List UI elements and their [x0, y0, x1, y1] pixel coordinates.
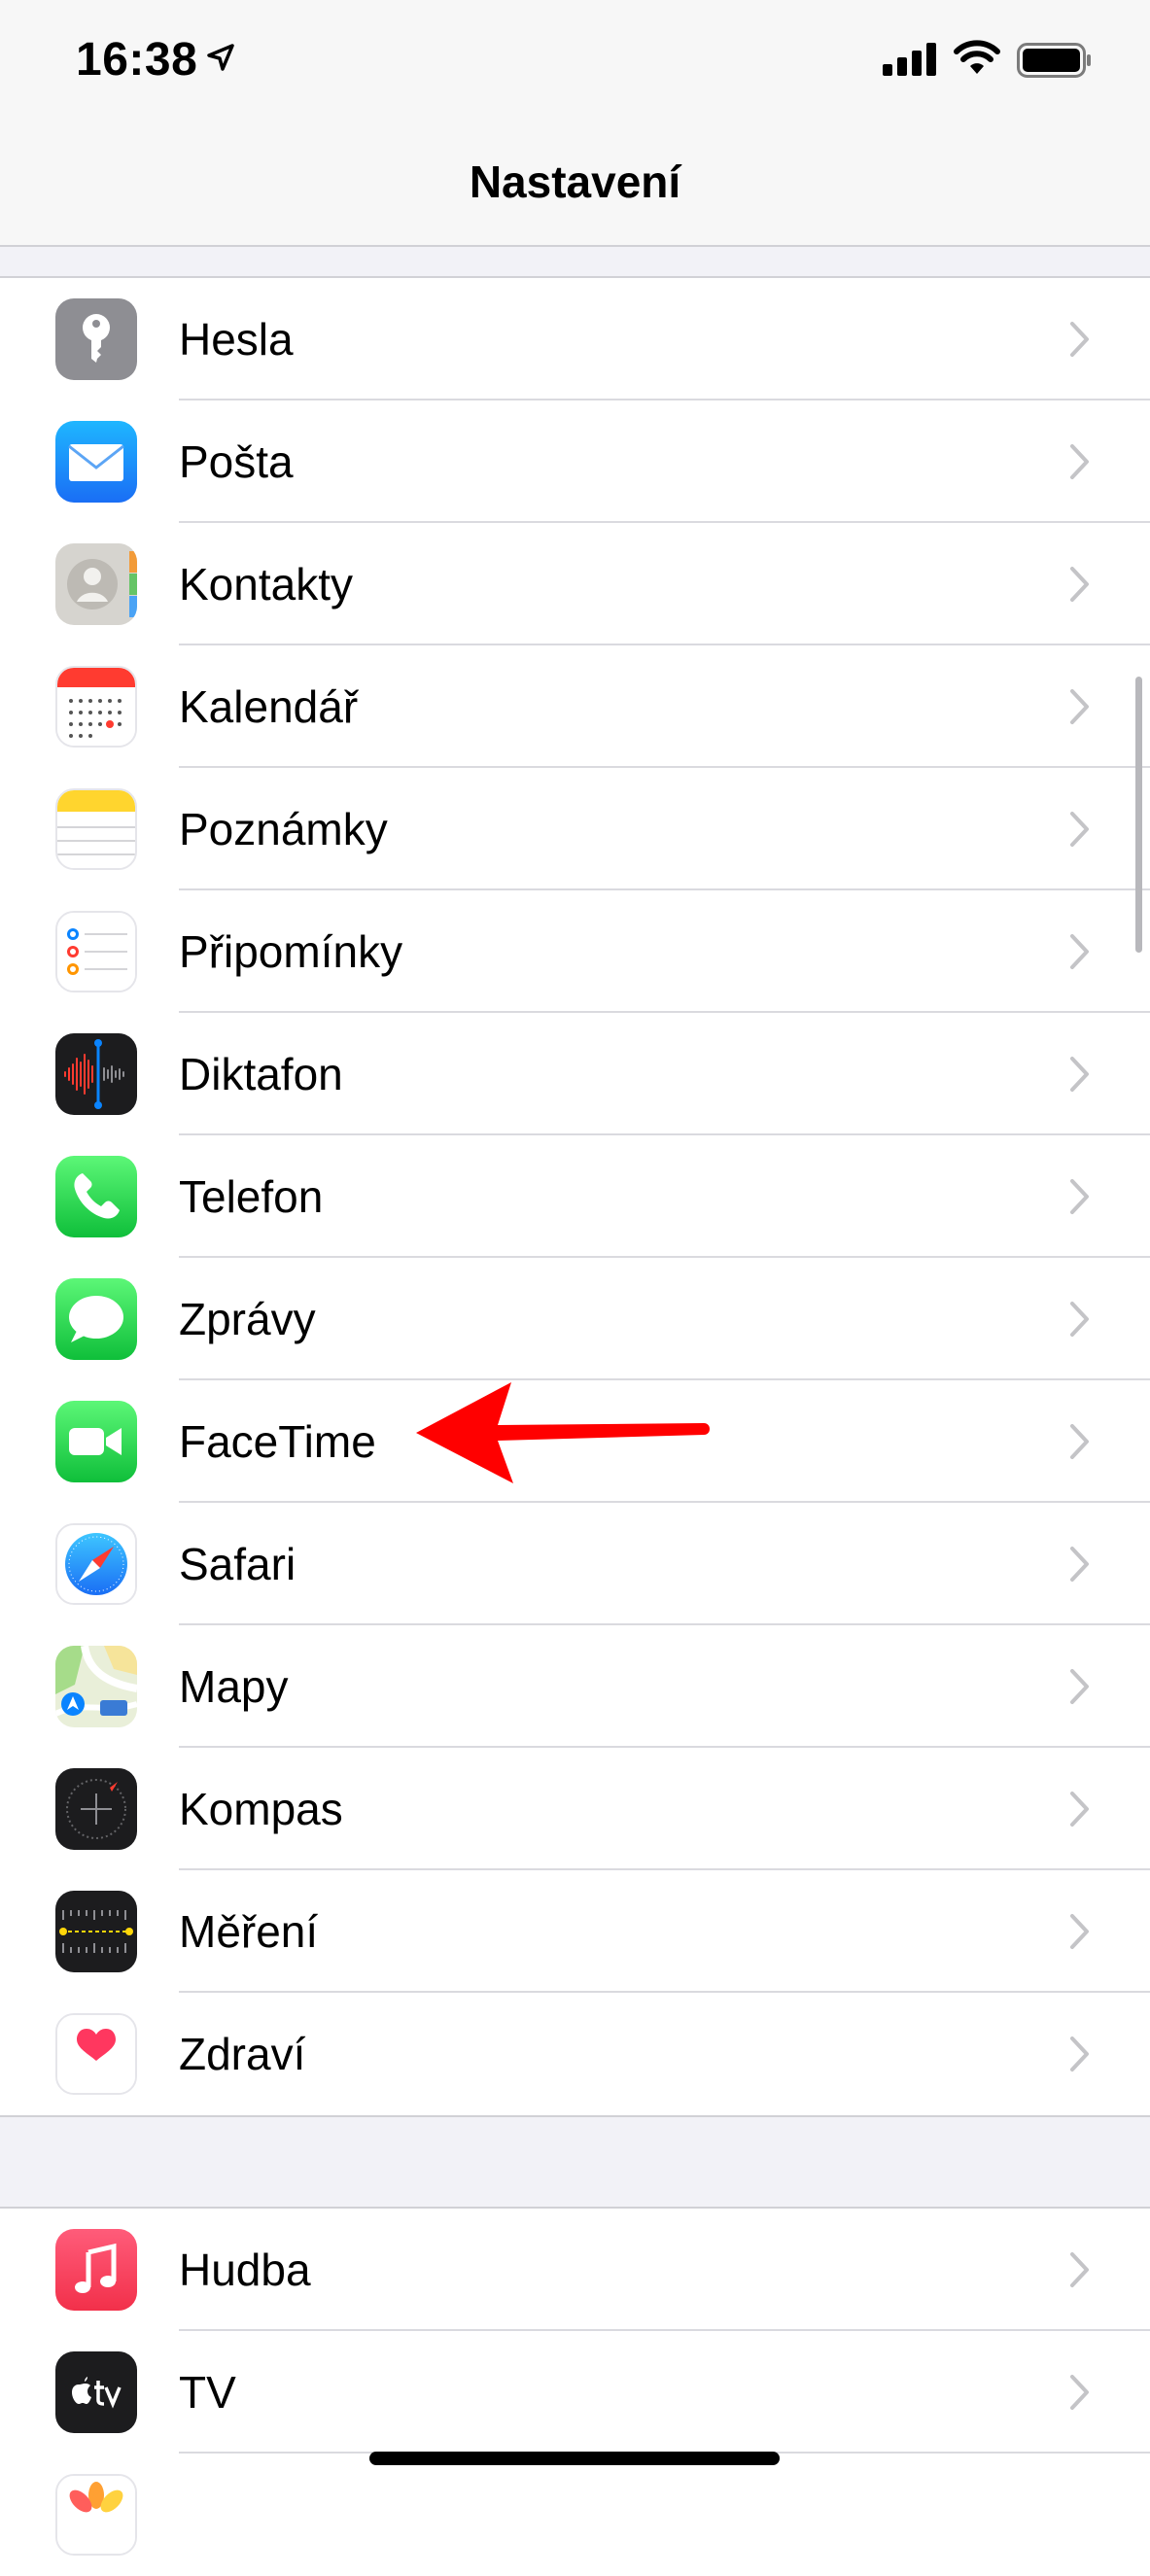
chevron-right-icon	[1070, 2375, 1089, 2410]
chevron-right-icon	[1070, 1302, 1089, 1337]
chevron-right-icon	[1070, 444, 1089, 479]
mail-icon	[55, 421, 137, 503]
settings-group-media: Hudba TV	[0, 2207, 1150, 2576]
settings-row-label: Připomínky	[179, 926, 403, 977]
settings-row-label: Telefon	[179, 1171, 324, 1222]
compass-icon	[55, 1768, 137, 1850]
chevron-right-icon	[1070, 1669, 1089, 1704]
settings-row-label: Hudba	[179, 2245, 311, 2295]
settings-row-label: Diktafon	[179, 1049, 343, 1099]
location-arrow-icon	[207, 44, 234, 71]
settings-row-posta[interactable]: Pošta	[0, 400, 1150, 523]
maps-icon	[55, 1646, 137, 1727]
chevron-right-icon	[1070, 689, 1089, 724]
chevron-right-icon	[1070, 322, 1089, 357]
settings-row-mapy[interactable]: Mapy	[0, 1625, 1150, 1748]
battery-icon	[1017, 43, 1091, 78]
contacts-icon	[55, 543, 137, 625]
settings-row-hesla[interactable]: Hesla	[0, 278, 1150, 400]
settings-row-zpravy[interactable]: Zprávy	[0, 1258, 1150, 1380]
scroll-indicator	[1135, 677, 1142, 953]
settings-row-safari[interactable]: Safari	[0, 1503, 1150, 1625]
settings-row-kontakty[interactable]: Kontakty	[0, 523, 1150, 645]
chevron-right-icon	[1070, 934, 1089, 969]
settings-group-apps: Hesla Pošta Kontakty Kalendář Poznámky P…	[0, 276, 1150, 2117]
key-icon	[55, 298, 137, 380]
voice-memos-icon	[55, 1033, 137, 1115]
settings-row-label: FaceTime	[179, 1416, 376, 1467]
status-time: 16:38	[76, 34, 198, 86]
navigation-bar: Nastavení	[0, 126, 1150, 247]
chevron-right-icon	[1070, 1057, 1089, 1092]
safari-compass-icon	[55, 1523, 137, 1605]
chevron-right-icon	[1070, 2036, 1089, 2071]
red-arrow-icon	[416, 1382, 710, 1483]
settings-row-telefon[interactable]: Telefon	[0, 1135, 1150, 1258]
apple-tv-icon	[55, 2351, 137, 2433]
chevron-right-icon	[1070, 1424, 1089, 1459]
settings-row-mereni[interactable]: Měření	[0, 1870, 1150, 1993]
chevron-right-icon	[1070, 1179, 1089, 1214]
settings-row-label: Pošta	[179, 436, 294, 487]
chevron-right-icon	[1070, 1792, 1089, 1827]
messages-icon	[55, 1278, 137, 1360]
settings-row-partial[interactable]	[0, 2454, 1150, 2576]
settings-row-kompas[interactable]: Kompas	[0, 1748, 1150, 1870]
settings-row-label: Hesla	[179, 314, 294, 365]
settings-row-label: Safari	[179, 1539, 296, 1589]
wifi-icon	[954, 40, 1000, 74]
chevron-right-icon	[1070, 2252, 1089, 2287]
settings-row-pripominky[interactable]: Připomínky	[0, 890, 1150, 1013]
home-indicator[interactable]	[369, 2452, 780, 2465]
phone-icon	[55, 1156, 137, 1237]
settings-row-label: Zprávy	[179, 1294, 316, 1344]
calendar-icon	[55, 666, 137, 748]
status-bar: 16:38	[0, 0, 1150, 126]
settings-row-label: Zdraví	[179, 2029, 306, 2079]
settings-row-label: Měření	[179, 1906, 319, 1957]
settings-row-kalendar[interactable]: Kalendář	[0, 645, 1150, 768]
settings-row-label: TV	[179, 2367, 236, 2418]
settings-row-hudba[interactable]: Hudba	[0, 2209, 1150, 2331]
page-title: Nastavení	[469, 157, 681, 207]
settings-row-label: Kompas	[179, 1784, 343, 1834]
facetime-icon	[55, 1401, 137, 1482]
settings-row-label: Kalendář	[179, 681, 359, 732]
cellular-signal-icon	[883, 43, 936, 76]
photos-icon	[55, 2474, 137, 2556]
music-note-icon	[55, 2229, 137, 2311]
settings-row-diktafon[interactable]: Diktafon	[0, 1013, 1150, 1135]
health-heart-icon	[55, 2013, 137, 2095]
settings-row-tv[interactable]: TV	[0, 2331, 1150, 2454]
settings-row-label: Kontakty	[179, 559, 353, 609]
settings-row-zdravi[interactable]: Zdraví	[0, 1993, 1150, 2115]
chevron-right-icon	[1070, 812, 1089, 847]
settings-row-label: Poznámky	[179, 804, 388, 854]
settings-row-poznamky[interactable]: Poznámky	[0, 768, 1150, 890]
notes-icon	[55, 788, 137, 870]
settings-row-label: Mapy	[179, 1661, 289, 1712]
reminders-icon	[55, 911, 137, 992]
measure-icon	[55, 1891, 137, 1972]
chevron-right-icon	[1070, 567, 1089, 602]
chevron-right-icon	[1070, 1547, 1089, 1582]
chevron-right-icon	[1070, 1914, 1089, 1949]
